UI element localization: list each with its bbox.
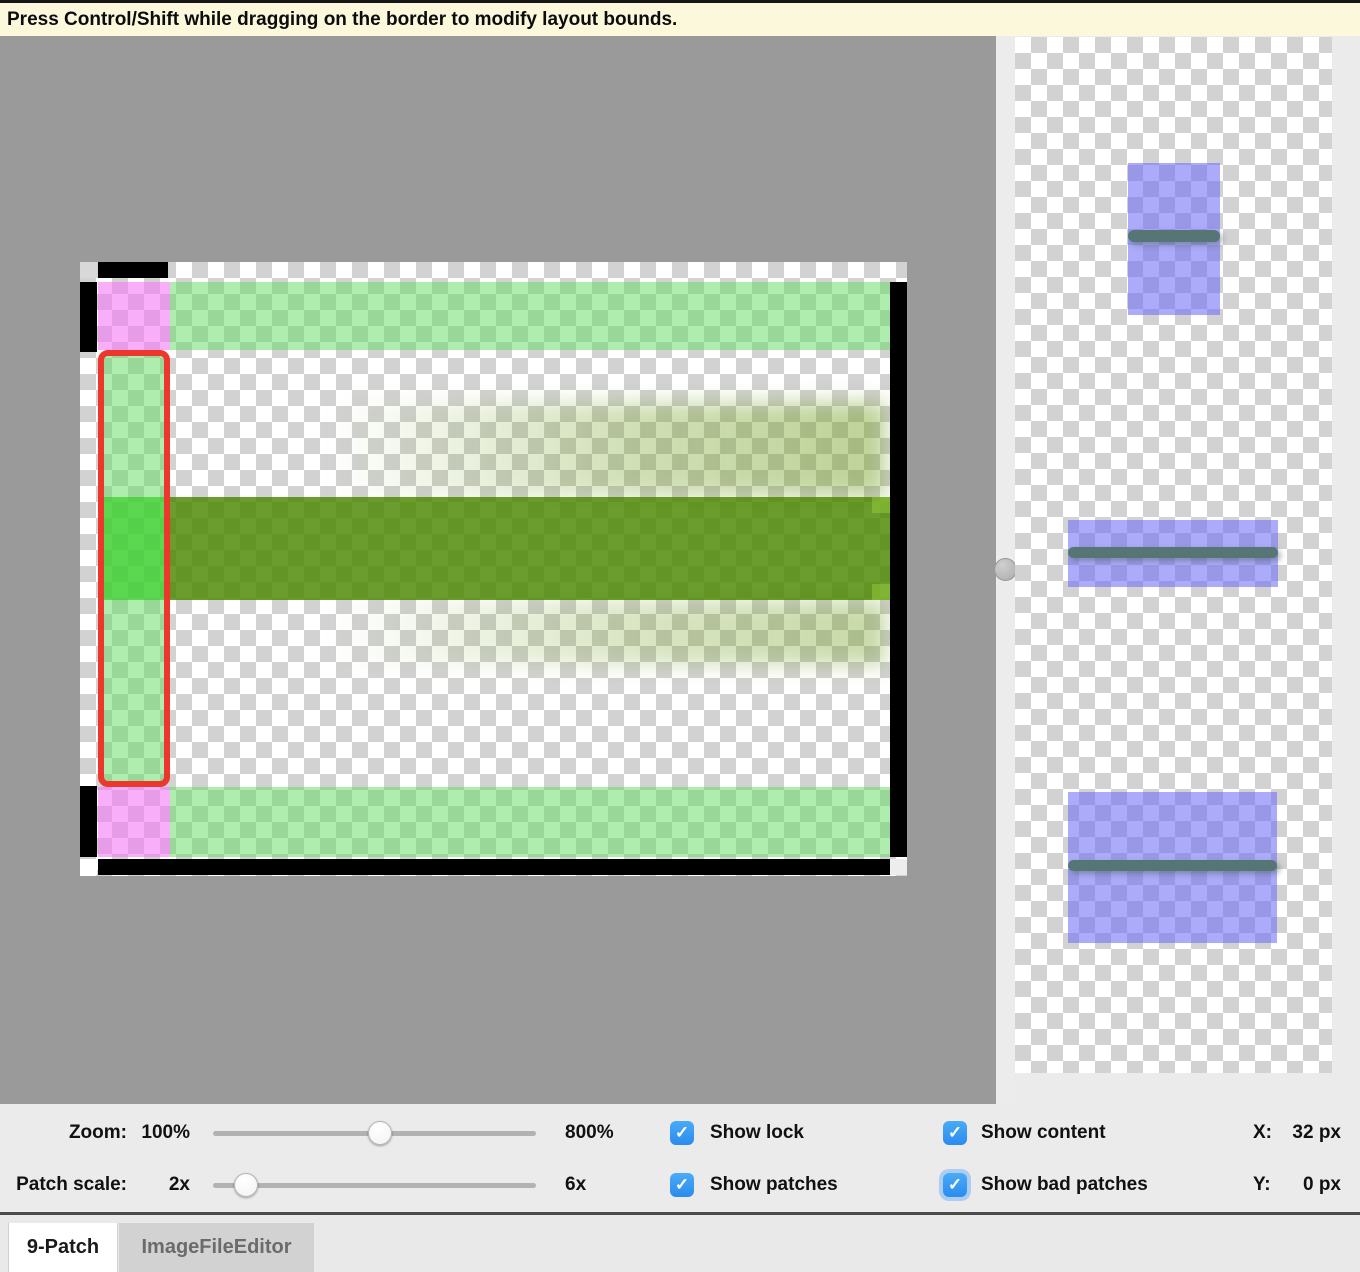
main-content — [0, 36, 1360, 1104]
content-band-notch-top — [872, 497, 890, 513]
y-value: 0 px — [1303, 1173, 1341, 1197]
show-patches-label: Show patches — [710, 1173, 910, 1197]
zoom-min-value: 100% — [130, 1121, 190, 1145]
tab-label: 9-Patch — [27, 1236, 99, 1259]
zoom-max-value: 800% — [565, 1121, 635, 1145]
cursor-y-readout: Y: 0 px — [1253, 1173, 1341, 1197]
content-mark-bottom[interactable] — [98, 859, 890, 875]
patch-scale-max-value: 6x — [565, 1173, 635, 1197]
patch-band-top — [170, 282, 890, 350]
preview-wide-content-line — [1068, 547, 1278, 558]
show-bad-patches-label: Show bad patches — [981, 1173, 1221, 1197]
x-label: X: — [1253, 1121, 1272, 1145]
divider-knob[interactable] — [994, 558, 1017, 581]
check-icon: ✓ — [948, 1123, 962, 1143]
zoom-slider-thumb[interactable] — [368, 1121, 392, 1145]
stretch-mark-left-lower[interactable] — [80, 786, 97, 857]
tab-image-file-editor[interactable]: ImageFileEditor — [119, 1223, 314, 1272]
tab-label: ImageFileEditor — [141, 1236, 291, 1259]
stretch-mark-top[interactable] — [98, 262, 168, 278]
content-mark-right[interactable] — [890, 282, 907, 857]
control-bar: Zoom: 100% 800% Patch scale: 2x 6x ✓ Sho… — [0, 1104, 1360, 1212]
bad-patch-haze-top — [330, 402, 886, 497]
zoom-label: Zoom: — [0, 1121, 127, 1145]
stretch-mark-left-upper[interactable] — [80, 282, 97, 352]
editor-canvas[interactable] — [0, 36, 996, 1104]
show-bad-patches-checkbox[interactable]: ✓ — [943, 1173, 967, 1197]
selected-patch-region[interactable] — [98, 350, 170, 787]
cursor-x-readout: X: 32 px — [1253, 1121, 1341, 1145]
corner-patch-bottom-left — [98, 787, 170, 857]
show-content-checkbox[interactable]: ✓ — [943, 1121, 967, 1145]
check-icon: ✓ — [675, 1123, 689, 1143]
x-value: 32 px — [1292, 1121, 1341, 1145]
show-lock-checkbox[interactable]: ✓ — [670, 1121, 694, 1145]
bad-patch-haze-bottom — [330, 600, 886, 665]
split-divider[interactable] — [996, 36, 1015, 1104]
patch-scale-label: Patch scale: — [0, 1173, 127, 1197]
patch-scale-min-value: 2x — [130, 1173, 190, 1197]
patch-band-bottom — [170, 787, 890, 857]
preview-large-content-line — [1068, 860, 1277, 871]
ninepatch-image[interactable] — [80, 262, 907, 876]
corner-patch-top-left — [98, 282, 170, 350]
corner-pixel-top-left — [80, 262, 97, 278]
selected-patch-intersection — [104, 497, 164, 600]
corner-pixel-bottom-left — [80, 859, 97, 875]
content-band-notch-bottom — [872, 584, 890, 600]
y-label: Y: — [1253, 1173, 1271, 1197]
show-lock-label: Show lock — [710, 1121, 910, 1145]
banner-text: Press Control/Shift while dragging on th… — [7, 9, 677, 31]
preview-small-content-line — [1128, 230, 1220, 242]
check-icon: ✓ — [675, 1175, 689, 1195]
preview-panel — [1015, 37, 1332, 1073]
content-band-middle — [170, 497, 890, 600]
tab-9-patch[interactable]: 9-Patch — [8, 1223, 118, 1272]
patch-scale-slider-track[interactable] — [213, 1183, 536, 1188]
show-patches-checkbox[interactable]: ✓ — [670, 1173, 694, 1197]
editor-tab-bar: 9-Patch ImageFileEditor — [0, 1212, 1360, 1272]
check-icon: ✓ — [948, 1175, 962, 1195]
patch-scale-slider-thumb[interactable] — [234, 1173, 258, 1197]
show-content-label: Show content — [981, 1121, 1201, 1145]
corner-pixel-bottom-right — [890, 859, 907, 875]
info-banner: Press Control/Shift while dragging on th… — [0, 0, 1360, 36]
